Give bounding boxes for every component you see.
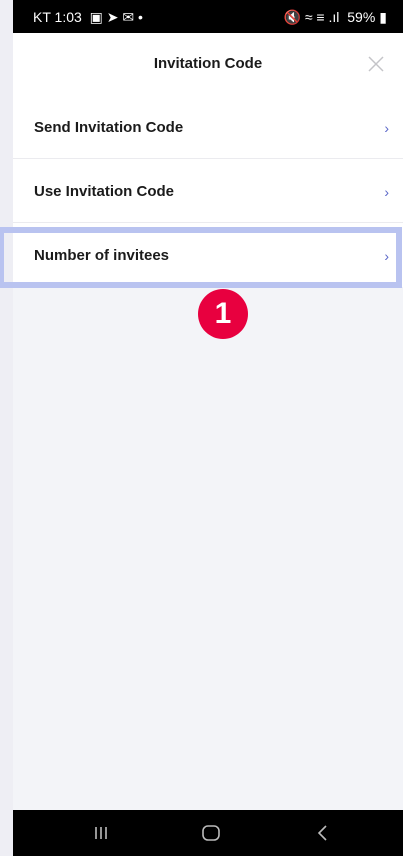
menu-item-use-invitation-code[interactable]: Use Invitation Code › [13, 159, 403, 223]
status-right: 🔇 ≈ ≡ .ıl 59% ▮ [284, 9, 391, 26]
page-title: Invitation Code [153, 55, 263, 72]
carrier-time: KT 1:03 [33, 9, 82, 25]
header: Invitation Code [13, 33, 403, 95]
battery-icon: ▮ [379, 9, 387, 25]
chevron-right-icon: › [384, 184, 389, 200]
status-left: KT 1:03 ▣ ➤ ✉ • [33, 9, 147, 26]
menu-item-label: Number of invitees [34, 247, 170, 264]
menu-item-label: Send Invitation Code [34, 119, 184, 136]
step-badge: 1 [198, 289, 248, 339]
phone-screen: KT 1:03 ▣ ➤ ✉ • 🔇 ≈ ≡ .ıl 59% ▮ Invitatio… [13, 0, 403, 856]
recent-apps-button[interactable] [81, 818, 121, 848]
system-icons: 🔇 ≈ ≡ .ıl [283, 9, 340, 25]
close-button[interactable] [361, 49, 391, 79]
home-button[interactable] [191, 818, 231, 848]
menu-list: Send Invitation Code › Use Invitation Co… [13, 95, 403, 287]
back-button[interactable] [303, 818, 343, 848]
status-bar: KT 1:03 ▣ ➤ ✉ • 🔇 ≈ ≡ .ıl 59% ▮ [13, 0, 403, 33]
back-icon [317, 825, 327, 841]
notification-icons: ▣ ➤ ✉ • [89, 9, 143, 25]
chevron-right-icon: › [384, 248, 389, 264]
menu-item-label: Use Invitation Code [34, 183, 175, 200]
battery-level: 59% [347, 9, 376, 25]
home-icon [202, 825, 220, 841]
close-icon [368, 56, 384, 72]
navigation-bar [13, 810, 403, 856]
recent-apps-icon [95, 827, 107, 839]
menu-item-send-invitation-code[interactable]: Send Invitation Code › [13, 95, 403, 159]
chevron-right-icon: › [384, 120, 389, 136]
menu-item-number-of-invitees[interactable]: Number of invitees › [13, 223, 403, 287]
